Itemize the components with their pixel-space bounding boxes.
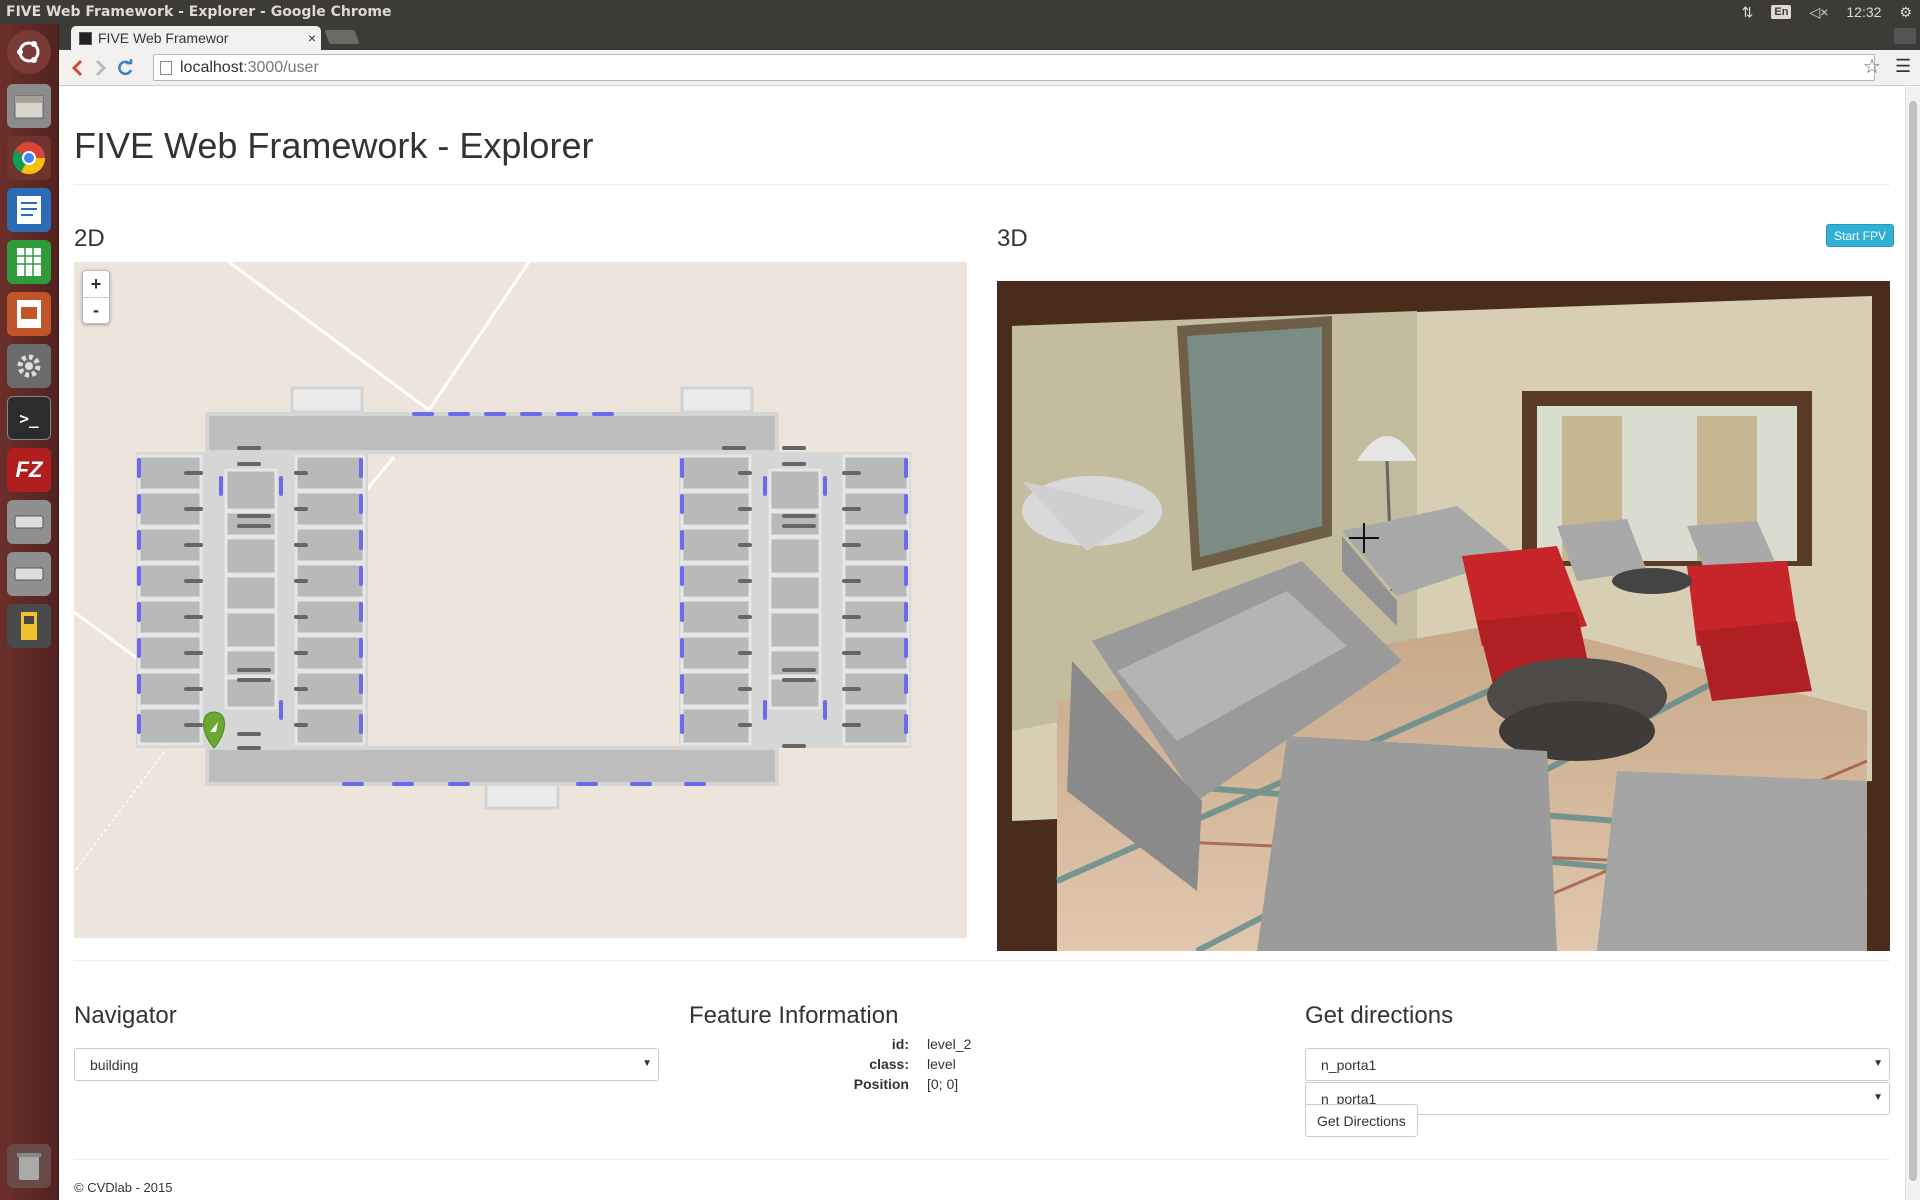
url-host: localhost [180, 58, 244, 76]
dropdown-caret-icon: ▼ [1873, 1092, 1883, 1103]
bookmark-star-icon[interactable]: ☆ [1863, 54, 1881, 79]
files-icon[interactable] [7, 84, 51, 128]
ubuntu-top-panel: FIVE Web Framework - Explorer - Google C… [0, 0, 1920, 24]
drive-icon[interactable] [7, 500, 51, 544]
section-3d-heading: 3D [997, 225, 1028, 252]
page-icon [160, 60, 172, 75]
filezilla-icon[interactable]: FZ [7, 448, 51, 492]
zoom-out-button[interactable]: - [83, 297, 109, 323]
favicon-icon [79, 31, 92, 45]
map-2d-viewer[interactable]: + - [74, 262, 967, 938]
feature-key-position: Position [853, 1076, 909, 1092]
get-directions-button[interactable]: Get Directions [1305, 1104, 1418, 1137]
libreoffice-writer-icon[interactable] [7, 188, 51, 232]
browser-tab-strip: FIVE Web Framewor × [59, 24, 1920, 50]
clock[interactable]: 12:32 [1846, 4, 1881, 20]
reload-icon[interactable] [113, 56, 137, 80]
system-tray: ⇅ En ◁× 12:32 ⚙ [1742, 4, 1920, 21]
window-title: FIVE Web Framework - Explorer - Google C… [6, 4, 392, 20]
browser-tab[interactable]: FIVE Web Framewor × [71, 26, 321, 50]
section-2d-heading: 2D [74, 225, 105, 252]
trash-icon[interactable] [7, 1144, 51, 1188]
new-tab-button[interactable] [324, 30, 360, 44]
libreoffice-impress-icon[interactable] [7, 292, 51, 336]
back-arrow-icon[interactable] [65, 56, 89, 80]
drive-icon[interactable] [7, 552, 51, 596]
page-scrollbar[interactable] [1905, 87, 1920, 1200]
web-page: FIVE Web Framework - Explorer 2D 3D Star… [59, 87, 1905, 1200]
volume-muted-icon[interactable]: ◁× [1809, 4, 1828, 21]
get-directions-heading: Get directions [1305, 1002, 1454, 1029]
window-restore-icon[interactable] [1894, 28, 1916, 44]
feature-value-id: level_2 [927, 1036, 972, 1052]
navigator-select[interactable]: building ▼ [74, 1048, 659, 1081]
browser-toolbar: localhost:3000/user ☆ ☰ [59, 50, 1920, 86]
divider [74, 960, 1890, 961]
directions-from-value: n_porta1 [1321, 1056, 1377, 1073]
footer-copyright: © CVDlab - 2015 [74, 1180, 173, 1195]
divider [74, 184, 1890, 185]
chrome-menu-icon[interactable]: ☰ [1895, 56, 1911, 77]
system-settings-icon[interactable] [7, 344, 51, 388]
page-title: FIVE Web Framework - Explorer [74, 125, 594, 166]
address-bar[interactable]: localhost:3000/user [153, 54, 1875, 81]
unity-launcher: >_ FZ [0, 24, 59, 1200]
dropdown-caret-icon: ▼ [1873, 1058, 1883, 1069]
settings-gear-icon[interactable]: ⚙ [1899, 4, 1912, 21]
start-fpv-button[interactable]: Start FPV [1826, 224, 1895, 247]
scrollbar-thumb[interactable] [1909, 101, 1917, 1181]
scene-3d-viewer[interactable] [997, 281, 1890, 951]
forward-arrow-icon[interactable] [89, 56, 113, 80]
navigator-selected-value: building [90, 1056, 139, 1073]
feature-information-heading: Feature Information [689, 1002, 899, 1029]
feature-key-class: class: [869, 1056, 909, 1072]
filezilla-label: FZ [15, 457, 43, 482]
chrome-icon[interactable] [7, 136, 51, 180]
ubuntu-dash-icon[interactable] [7, 30, 51, 74]
keyboard-layout-indicator[interactable]: En [1771, 5, 1792, 19]
feature-value-position: [0; 0] [927, 1076, 959, 1092]
tab-title: FIVE Web Framewor [98, 30, 229, 46]
feature-value-class: level [927, 1056, 956, 1072]
dropdown-caret-icon: ▼ [642, 1058, 652, 1069]
3d-room-render [997, 281, 1890, 951]
divider [74, 1159, 1890, 1160]
libreoffice-calc-icon[interactable] [7, 240, 51, 284]
zoom-in-button[interactable]: + [83, 271, 109, 297]
terminal-icon[interactable]: >_ [7, 396, 51, 440]
network-arrows-icon[interactable]: ⇅ [1742, 4, 1754, 21]
url-path: :3000/user [243, 58, 319, 76]
usb-icon[interactable] [7, 604, 51, 648]
directions-from-select[interactable]: n_porta1 ▼ [1305, 1048, 1890, 1081]
tab-close-icon[interactable]: × [303, 30, 321, 46]
navigator-heading: Navigator [74, 1002, 177, 1029]
zoom-control: + - [82, 270, 110, 324]
feature-key-id: id: [891, 1036, 909, 1052]
floor-plan-map[interactable] [74, 262, 967, 938]
